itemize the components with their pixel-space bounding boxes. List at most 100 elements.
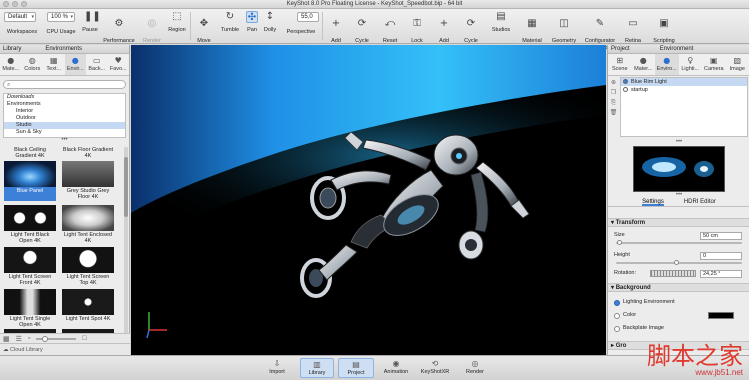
tree-item-environments[interactable]: Environments — [4, 101, 125, 108]
thumbnail-image — [62, 205, 114, 231]
lighting-environment-radio[interactable] — [614, 300, 620, 306]
background-section-header[interactable]: ▾ Background — [608, 283, 749, 292]
tab-textures[interactable]: ▦ Text... — [43, 54, 65, 75]
thumbnail-item[interactable]: Black Ceiling Gradient 4K — [4, 147, 56, 159]
tab-label: Mater... — [634, 66, 653, 72]
splitter-handle[interactable]: ••• — [608, 139, 749, 145]
copy-environment-icon[interactable]: ⎘ — [609, 98, 618, 108]
background-color-swatch[interactable] — [708, 312, 734, 319]
size-slider[interactable] — [616, 242, 742, 244]
height-field[interactable]: 0 — [700, 252, 742, 260]
thumbnail-item[interactable]: Light Tent Black Open 4K — [4, 205, 56, 244]
splitter-handle[interactable]: ••• — [0, 137, 129, 143]
environment-list-tools: ⊕ ❐ ⎘ 🗑 — [609, 78, 618, 118]
configurator-wizard-icon: ✎ — [595, 17, 605, 29]
tab-lighting[interactable]: ♀ Lighti... — [679, 54, 703, 75]
perspective-label: Perspective — [286, 29, 316, 35]
scrollbar-thumb[interactable] — [124, 157, 128, 217]
height-slider-knob[interactable] — [674, 260, 679, 265]
rotation-dial[interactable] — [650, 270, 696, 277]
size-field[interactable]: 50 cm — [700, 232, 742, 240]
tab-material[interactable]: ● Mater... — [632, 54, 656, 75]
transform-section-header[interactable]: ▾ Transform — [608, 218, 749, 227]
minimize-window-button[interactable] — [12, 1, 18, 7]
thumbnail-scrollbar[interactable] — [124, 147, 128, 337]
tab-environment[interactable]: ● Enviro... — [655, 54, 679, 75]
tree-item-studio[interactable]: Studio — [4, 122, 125, 129]
list-item[interactable]: startup — [621, 86, 747, 94]
scripting-console-icon: ▣ — [659, 17, 669, 29]
cloud-library-button[interactable]: ☁ Cloud Library — [3, 347, 43, 353]
zoom-in-icon[interactable]: □ — [82, 335, 86, 342]
pause-button[interactable]: ❚❚ Pause — [80, 11, 101, 34]
cpu-usage-select[interactable]: 100 % ▾ — [47, 12, 75, 22]
delete-environment-icon[interactable]: 🗑 — [609, 108, 618, 118]
tumble-button[interactable]: ↻ Tumble — [218, 11, 242, 34]
render-button[interactable]: ◎ Render — [462, 358, 488, 376]
render-viewport[interactable] — [131, 45, 606, 355]
thumbnail-item[interactable]: Light Tent Enclosed 4K — [62, 205, 114, 244]
list-view-icon[interactable]: ☰ — [16, 335, 22, 343]
thumbnail-item[interactable]: Blue Panel — [4, 161, 56, 201]
bottom-toolbar: ⇩ Import ▥ Library ▤ Project ◉ Animation… — [0, 344, 749, 380]
tab-colors[interactable]: ◍ Colors — [22, 54, 44, 75]
library-toggle-button[interactable]: ▥ Library — [300, 358, 334, 378]
backplates-icon: ▭ — [92, 56, 101, 65]
slider-knob[interactable] — [42, 335, 49, 342]
textures-icon: ▦ — [49, 56, 58, 65]
performance-mode-icon: ⚙ — [114, 17, 124, 29]
zoom-window-button[interactable] — [21, 1, 27, 7]
backplate-image-radio[interactable] — [614, 326, 620, 332]
tab-settings[interactable]: Settings — [642, 197, 664, 206]
animation-button[interactable]: ◉ Animation — [380, 358, 412, 376]
cpu-usage-value: 100 % — [51, 14, 69, 20]
thumbnail-item[interactable]: Black Floor Gradient 4K — [62, 147, 114, 159]
active-environment-icon[interactable] — [623, 79, 628, 84]
tab-favorites[interactable]: ♥ Favo... — [108, 54, 130, 75]
tumble-icon: ↻ — [225, 11, 235, 22]
workspaces-select[interactable]: Default ▾ — [4, 12, 36, 22]
tab-environments[interactable]: ● Envir... — [64, 54, 86, 75]
tree-item-outdoor[interactable]: Outdoor — [4, 115, 125, 122]
render-label: Render — [465, 369, 485, 375]
library-search-input[interactable]: ⌕ — [3, 80, 126, 89]
thumbnail-size-slider[interactable] — [36, 335, 77, 342]
size-slider-knob[interactable] — [617, 240, 622, 245]
grid-view-icon[interactable]: ▦ — [3, 335, 10, 343]
dolly-label: Dolly — [263, 27, 277, 33]
close-window-button[interactable] — [3, 1, 9, 7]
add-environment-icon[interactable]: ⊕ — [609, 78, 618, 88]
tree-item-sun-sky[interactable]: Sun & Sky — [4, 129, 125, 136]
import-button[interactable]: ⇩ Import — [264, 358, 290, 376]
tab-image[interactable]: ▨ Image — [726, 54, 749, 75]
tab-camera[interactable]: ▣ Camera — [702, 54, 726, 75]
duplicate-environment-icon[interactable]: ❐ — [609, 88, 618, 98]
thumbnail-item[interactable]: Light Tent Single Open 4K — [4, 289, 56, 328]
thumbnail-item[interactable]: Light Tent Screen Front 4K — [4, 247, 56, 286]
tree-item-downloads[interactable]: Downloads — [4, 94, 125, 101]
tab-materials[interactable]: ● Mate... — [0, 54, 22, 75]
perspective-field[interactable]: 55,0 — [297, 12, 319, 22]
tab-backplates[interactable]: ▭ Back... — [86, 54, 108, 75]
tree-item-interior[interactable]: Interior — [4, 108, 125, 115]
height-slider[interactable] — [616, 262, 742, 264]
list-item[interactable]: Blue Rim Light — [621, 78, 747, 86]
pan-button[interactable]: ✣ Pan — [244, 11, 260, 34]
thumbnail-item[interactable]: Grey Studio Grey Floor 4K — [62, 161, 114, 200]
thumbnail-item[interactable]: Light Tent Screen Top 4K — [62, 247, 114, 286]
color-radio[interactable] — [614, 313, 620, 319]
rotation-field[interactable]: 24,25 ° — [700, 270, 742, 278]
studios-button[interactable]: ▤ Studios — [488, 11, 514, 34]
project-toggle-button[interactable]: ▤ Project — [338, 358, 374, 378]
zoom-out-icon[interactable]: ▫ — [28, 335, 30, 342]
dolly-button[interactable]: ↕ Dolly — [261, 11, 279, 34]
region-button[interactable]: ⬚ Region — [166, 11, 188, 34]
tab-scene[interactable]: ⊞ Scene — [608, 54, 632, 75]
tab-hdri-editor[interactable]: HDRI Editor — [684, 197, 716, 206]
thumbnail-item[interactable]: Light Tent Spot 4K — [62, 289, 114, 322]
rotation-label: Rotation: — [614, 270, 637, 276]
workspaces-label: Workspaces — [6, 29, 38, 35]
keyshotxr-button[interactable]: ⟲ KeyShotXR — [418, 358, 452, 376]
camera-icon: ▣ — [709, 56, 718, 65]
inactive-environment-icon[interactable] — [623, 87, 628, 92]
